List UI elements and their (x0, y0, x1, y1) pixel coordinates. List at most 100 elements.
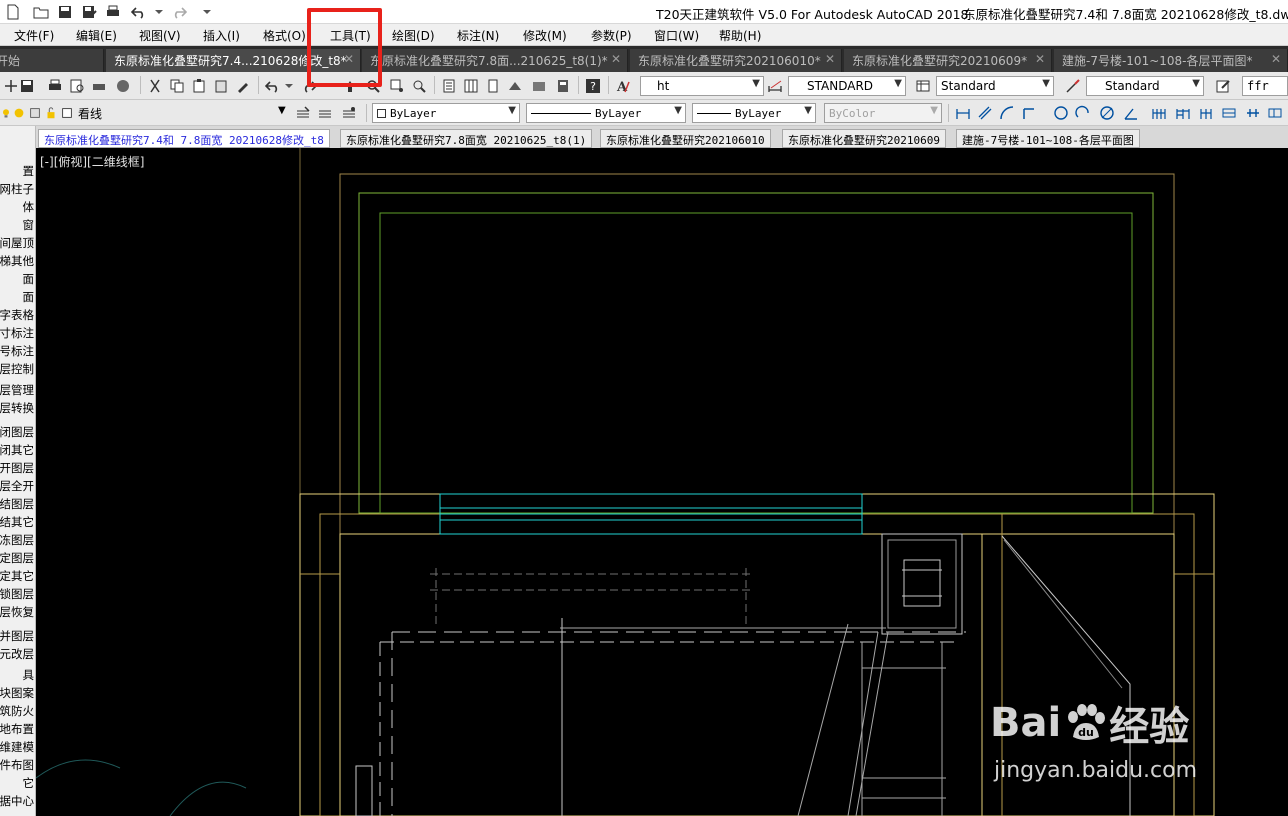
palette-item[interactable]: 锁图层 (0, 586, 34, 602)
continue-dim-icon[interactable] (1198, 104, 1216, 122)
menu-format[interactable]: 格式(O) (263, 27, 306, 44)
aligned-dim-icon[interactable] (976, 104, 994, 122)
paste-block-icon[interactable] (212, 77, 230, 95)
print-icon[interactable] (104, 3, 122, 21)
palette-item[interactable]: 梯其他 (0, 253, 34, 269)
palette-item[interactable]: 并图层 (0, 628, 34, 644)
menu-view[interactable]: 视图(V) (139, 27, 181, 44)
zoom-window-icon[interactable] (388, 77, 406, 95)
match-properties-icon[interactable] (234, 77, 252, 95)
make-current-layer-icon[interactable] (294, 104, 312, 122)
palette-item[interactable]: 闭其它 (0, 442, 34, 458)
undo-icon[interactable] (130, 3, 148, 21)
close-icon[interactable]: ✕ (611, 52, 621, 66)
color-select[interactable]: ByLayer ▼ (372, 103, 520, 123)
mleader-style-select[interactable]: Standard ▼ (1086, 76, 1204, 96)
palette-item[interactable]: 层转换 (0, 400, 34, 416)
palette-item[interactable]: 冻图层 (0, 532, 34, 548)
undo-dropdown-icon[interactable] (150, 3, 168, 21)
publish-icon[interactable] (90, 77, 108, 95)
palette-item[interactable]: 层管理 (0, 382, 34, 398)
print-preview-icon[interactable] (68, 77, 86, 95)
doc-tab[interactable]: 东原标准化叠墅研究202106010* ✕ (630, 49, 842, 72)
print-icon[interactable] (46, 77, 64, 95)
close-icon[interactable]: ✕ (825, 52, 835, 66)
palette-item[interactable]: 号标注 (0, 343, 34, 359)
palette-item[interactable]: 置 (23, 163, 35, 179)
quick-dim-icon[interactable] (1150, 104, 1168, 122)
palette-item[interactable]: 维建模 (0, 739, 34, 755)
dim-space-icon[interactable] (1220, 104, 1238, 122)
close-icon[interactable]: ✕ (1035, 52, 1045, 66)
menu-draw[interactable]: 绘图(D) (392, 27, 435, 44)
drawing-tab[interactable]: 东原标准化叠墅研究20210609 (782, 129, 946, 148)
palette-item[interactable]: 块图案 (0, 685, 34, 701)
palette-item[interactable]: 筑防火 (0, 703, 34, 719)
palette-item[interactable]: 层全开 (0, 478, 34, 494)
copy-icon[interactable] (168, 77, 186, 95)
palette-item[interactable]: 寸标注 (0, 325, 34, 341)
table-style-icon[interactable] (914, 77, 932, 95)
freeze-icon[interactable] (12, 104, 26, 122)
table-style-select[interactable]: Standard ▼ (936, 76, 1054, 96)
doc-tab[interactable]: 东原标准化叠墅研究20210609* ✕ (844, 49, 1052, 72)
viewport-controls-label[interactable]: [-][俯视][二维线框] (40, 153, 144, 170)
save-as-icon[interactable] (80, 3, 98, 21)
tool-palettes-icon[interactable] (484, 77, 502, 95)
diameter-dim-icon[interactable] (1098, 104, 1116, 122)
palette-item[interactable]: 它 (23, 775, 35, 791)
palette-item[interactable]: 面 (23, 289, 35, 305)
menu-dimension[interactable]: 标注(N) (457, 27, 499, 44)
doc-tab[interactable]: 建施-7号楼-101~108-各层平面图* ✕ (1054, 49, 1288, 72)
linetype-select[interactable]: ByLayer ▼ (526, 103, 686, 123)
lineweight-select[interactable]: ByLayer ▼ (692, 103, 816, 123)
palette-item[interactable]: 窗 (23, 217, 35, 233)
menu-window[interactable]: 窗口(W) (654, 27, 699, 44)
save-icon[interactable] (56, 3, 74, 21)
command-input[interactable]: ffr (1242, 76, 1288, 96)
menu-parameter[interactable]: 参数(P) (591, 27, 632, 44)
palette-item[interactable]: 元改层 (0, 646, 34, 662)
edit-icon[interactable] (1214, 77, 1232, 95)
text-style-icon[interactable]: A (614, 77, 632, 95)
baseline-dim-icon[interactable] (1174, 104, 1192, 122)
palette-item[interactable]: 间屋顶 (0, 235, 34, 251)
tolerance-icon[interactable] (1266, 104, 1284, 122)
menu-insert[interactable]: 插入(I) (203, 27, 240, 44)
cut-icon[interactable] (146, 77, 164, 95)
doc-tab-start[interactable]: 开始 (0, 49, 104, 72)
radius-dim-icon[interactable] (1052, 104, 1070, 122)
menu-file[interactable]: 文件(F) (14, 27, 54, 44)
help-icon[interactable]: ? (584, 77, 602, 95)
arc-length-icon[interactable] (998, 104, 1016, 122)
save-icon[interactable] (18, 77, 36, 95)
palette-item[interactable]: 层恢复 (0, 604, 34, 620)
redo-icon[interactable] (170, 3, 188, 21)
palette-item[interactable]: 件布图 (0, 757, 34, 773)
palette-item[interactable]: 层控制 (0, 361, 34, 377)
layer-vp-icon[interactable] (28, 104, 42, 122)
palette-item[interactable]: 体 (23, 199, 35, 215)
palette-item[interactable]: 网柱子 (0, 181, 34, 197)
palette-item[interactable]: 地布置 (0, 721, 34, 737)
properties-icon[interactable] (440, 77, 458, 95)
zoom-previous-icon[interactable] (410, 77, 428, 95)
palette-item[interactable]: 字表格 (0, 307, 34, 323)
palette-item[interactable]: 具 (23, 667, 35, 683)
doc-tab[interactable]: 东原标准化叠墅研究7.8面...210625_t8(1)* ✕ (362, 49, 628, 72)
layer-state-icon[interactable] (340, 104, 358, 122)
render-icon[interactable] (114, 77, 132, 95)
drawing-tab[interactable]: 建施-7号楼-101~108-各层平面图 (956, 129, 1140, 148)
lock-icon[interactable] (44, 104, 58, 122)
mleader-style-icon[interactable] (1064, 77, 1082, 95)
new-file-icon[interactable] (4, 3, 22, 21)
drawing-tab[interactable]: 东原标准化叠墅研究7.8面宽 20210625_t8(1) (340, 129, 593, 148)
dim-style-icon[interactable] (766, 77, 784, 95)
calculator-icon[interactable] (554, 77, 572, 95)
close-icon[interactable]: ✕ (1271, 52, 1281, 66)
menu-modify[interactable]: 修改(M) (523, 27, 567, 44)
open-folder-icon[interactable] (32, 3, 50, 21)
drawing-tab[interactable]: 东原标准化叠墅研究202106010 (600, 129, 771, 148)
text-style-select[interactable]: ht ▼ (640, 76, 764, 96)
menu-help[interactable]: 帮助(H) (719, 27, 761, 44)
